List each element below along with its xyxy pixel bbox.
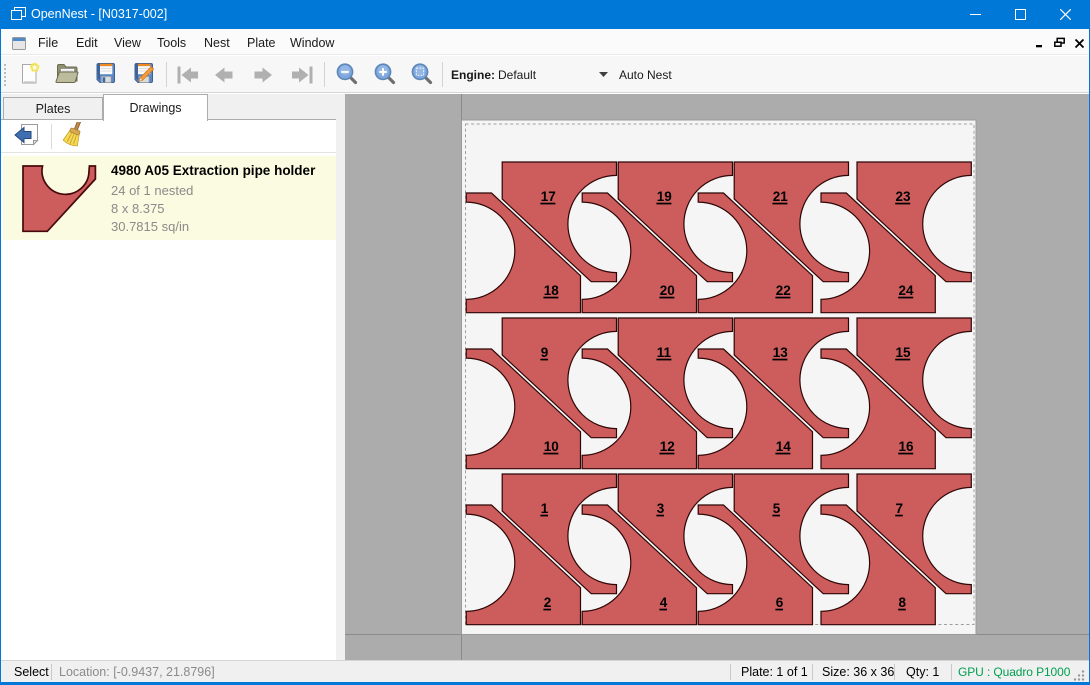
svg-text:18: 18 [544,283,560,298]
svg-text:4: 4 [660,595,668,610]
svg-text:23: 23 [896,189,912,204]
svg-text:1: 1 [541,501,549,516]
svg-text:10: 10 [544,439,559,454]
svg-text:20: 20 [660,283,675,298]
svg-text:21: 21 [773,189,789,204]
svg-text:11: 11 [657,345,672,360]
svg-text:2: 2 [544,595,552,610]
svg-text:19: 19 [657,189,672,204]
svg-text:5: 5 [773,501,781,516]
svg-text:13: 13 [773,345,789,360]
svg-text:3: 3 [657,501,665,516]
svg-text:9: 9 [541,345,549,360]
svg-text:15: 15 [896,345,912,360]
svg-text:22: 22 [776,283,791,298]
svg-text:24: 24 [899,283,915,298]
svg-text:16: 16 [899,439,915,454]
svg-text:12: 12 [660,439,675,454]
svg-text:8: 8 [899,595,907,610]
svg-text:7: 7 [896,501,904,516]
svg-text:14: 14 [776,439,792,454]
svg-text:17: 17 [541,189,556,204]
svg-text:6: 6 [776,595,784,610]
